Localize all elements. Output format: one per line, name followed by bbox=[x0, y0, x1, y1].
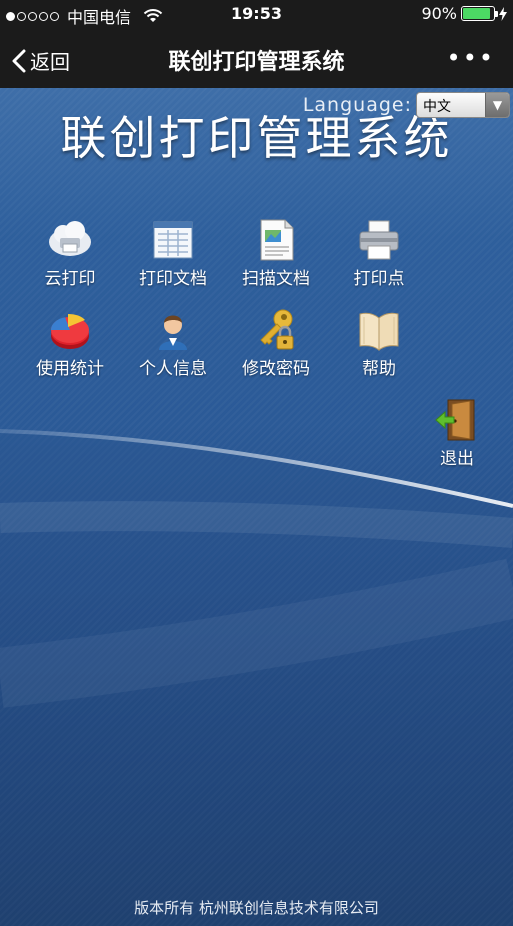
menu-change-password[interactable]: 修改密码 bbox=[231, 308, 321, 379]
menu-print-locations[interactable]: 打印点 bbox=[334, 218, 424, 289]
language-label: Language: bbox=[302, 94, 412, 116]
cloud-print-icon bbox=[49, 221, 91, 256]
language-selector: Language: 中文 ▼ bbox=[303, 92, 510, 118]
language-select[interactable]: 中文 ▼ bbox=[416, 92, 510, 118]
language-value: 中文 bbox=[423, 99, 451, 115]
dropdown-arrow-icon: ▼ bbox=[485, 93, 509, 117]
menu-print-documents[interactable]: 打印文档 bbox=[128, 218, 218, 289]
menu-label: 退出 bbox=[440, 449, 474, 469]
battery-icon bbox=[461, 6, 498, 21]
printer-icon bbox=[359, 220, 399, 260]
navigation-bar: 返回 联创打印管理系统 ••• bbox=[0, 30, 513, 88]
exit-door-icon bbox=[435, 399, 475, 441]
more-options-button[interactable]: ••• bbox=[447, 46, 495, 70]
status-bar: 中国电信 19:53 90% bbox=[0, 0, 513, 30]
menu-label: 帮助 bbox=[362, 359, 396, 379]
menu-label: 个人信息 bbox=[139, 359, 207, 379]
copyright-footer: 版本所有 杭州联创信息技术有限公司 bbox=[134, 899, 379, 917]
menu-personal-info[interactable]: 个人信息 bbox=[128, 308, 218, 379]
document-list-icon bbox=[153, 221, 193, 259]
menu-label: 打印点 bbox=[353, 269, 405, 289]
menu-label: 云打印 bbox=[44, 269, 96, 289]
menu-label: 修改密码 bbox=[242, 359, 310, 379]
book-icon bbox=[359, 312, 399, 352]
menu-label: 扫描文档 bbox=[242, 269, 310, 289]
menu-logout[interactable]: 退出 bbox=[412, 398, 502, 469]
user-icon bbox=[159, 315, 187, 350]
battery-percent: 90% bbox=[421, 4, 457, 23]
background-wave bbox=[0, 429, 513, 926]
status-right: 90% bbox=[421, 4, 507, 23]
key-lock-icon bbox=[260, 309, 294, 350]
menu-label: 使用统计 bbox=[36, 359, 104, 379]
menu-scan-documents[interactable]: 扫描文档 bbox=[231, 218, 321, 289]
scan-document-icon bbox=[260, 219, 294, 261]
pie-chart-icon bbox=[50, 313, 89, 349]
nav-title: 联创打印管理系统 bbox=[168, 50, 345, 75]
charging-icon bbox=[499, 6, 507, 21]
main-content: 联创打印管理系统 Language: 中文 ▼ 云打印 打印文档 扫描文档 打印… bbox=[0, 88, 513, 926]
menu-cloud-print[interactable]: 云打印 bbox=[25, 218, 115, 289]
menu-help[interactable]: 帮助 bbox=[334, 308, 424, 379]
menu-usage-statistics[interactable]: 使用统计 bbox=[25, 308, 115, 379]
menu-label: 打印文档 bbox=[139, 269, 207, 289]
